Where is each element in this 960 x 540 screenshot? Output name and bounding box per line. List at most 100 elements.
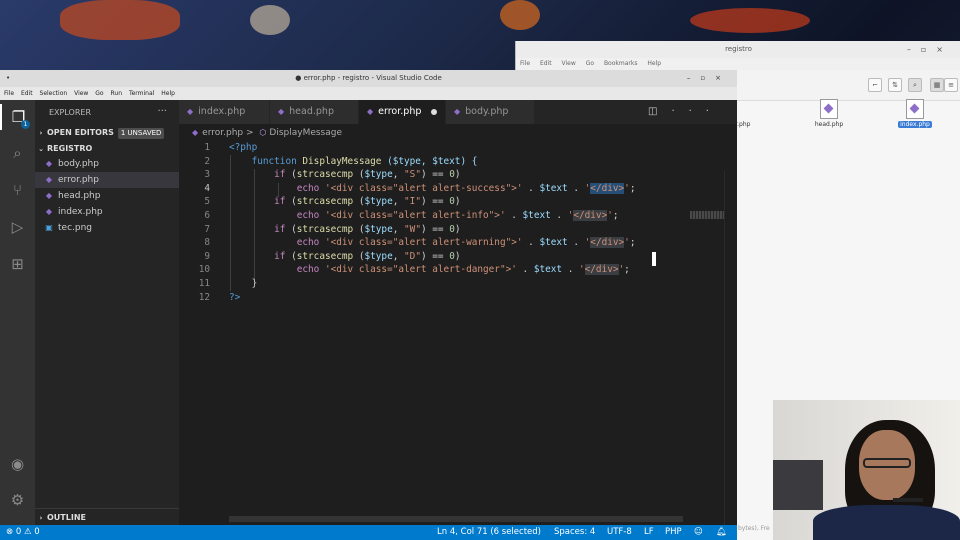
notifications-bell-icon[interactable]: 🔔︎: [716, 525, 727, 540]
code-text: if (strcasecmp ($type, "D") == 0): [274, 250, 461, 262]
selected-text: </div>: [590, 182, 625, 194]
grid-view-button[interactable]: ▦: [930, 78, 944, 92]
tab-label: error.php: [378, 106, 422, 117]
menu-file[interactable]: File: [4, 90, 14, 97]
webcam-overlay: [773, 400, 960, 540]
line-number: 7: [204, 223, 210, 235]
variable: $text: [533, 264, 563, 276]
menu-run[interactable]: Run: [111, 90, 123, 97]
extensions-icon[interactable]: ⊞: [0, 251, 35, 277]
menu-go[interactable]: Go: [586, 60, 594, 67]
more-actions-icon[interactable]: ···: [671, 106, 723, 117]
php-file-icon: ◆: [45, 207, 53, 216]
folder-section[interactable]: ⌄ REGISTRO: [35, 142, 179, 156]
variable: $text: [539, 237, 568, 249]
php-file-icon: ◆: [45, 175, 53, 184]
minimap[interactable]: [690, 211, 724, 219]
feedback-icon[interactable]: ☺: [694, 525, 703, 540]
keyword: echo: [296, 264, 320, 276]
language-mode[interactable]: PHP: [665, 525, 682, 540]
folder-label: REGISTRO: [47, 144, 93, 153]
highlighted-match: </div>: [590, 237, 625, 249]
menu-help[interactable]: Help: [647, 60, 661, 67]
keyword: if: [274, 223, 286, 235]
breadcrumb: ◆ error.php > ⬡ DisplayMessage: [179, 124, 737, 141]
string: '<div class="alert alert-success">': [324, 182, 523, 194]
tab-head-php[interactable]: ◆ head.php: [270, 100, 358, 124]
unsaved-dot-icon[interactable]: [431, 108, 438, 115]
menu-selection[interactable]: Selection: [40, 90, 68, 97]
path-edit-button[interactable]: ⌐: [868, 78, 882, 92]
menu-view[interactable]: View: [74, 90, 88, 97]
encoding-setting[interactable]: UTF-8: [607, 525, 632, 540]
search-button[interactable]: ⌕: [908, 78, 922, 92]
number: 0: [449, 169, 455, 181]
breadcrumb-file[interactable]: error.php: [202, 128, 243, 138]
search-icon[interactable]: ⌕: [0, 140, 35, 166]
function-symbol-icon: ⬡: [259, 128, 267, 137]
code-editor[interactable]: 1 <?php 2 function DisplayMessage ($type,…: [179, 141, 724, 525]
menu-go[interactable]: Go: [95, 90, 103, 97]
vscode-titlebar[interactable]: • ● error.php - registro - Visual Studio…: [0, 70, 737, 87]
sort-button[interactable]: ⇅: [888, 78, 902, 92]
menu-edit[interactable]: Edit: [540, 60, 552, 67]
function-call: strcasecmp: [296, 196, 354, 208]
menu-file[interactable]: File: [520, 60, 530, 67]
file-item-index-php[interactable]: ◆ index.php: [35, 204, 179, 220]
variable: $type: [364, 169, 393, 181]
file-manager-titlebar[interactable]: registro –▫×: [516, 41, 960, 58]
string: "I": [404, 196, 421, 208]
explorer-header: EXPLORER: [49, 108, 91, 117]
list-view-button[interactable]: ≡: [944, 78, 958, 92]
run-debug-icon[interactable]: ▷: [0, 214, 35, 240]
indentation-setting[interactable]: Spaces: 4: [554, 525, 595, 540]
unsaved-badge: 1 UNSAVED: [117, 128, 165, 139]
eol-setting[interactable]: LF: [644, 525, 654, 540]
wallpaper-art: [690, 8, 810, 33]
window-controls[interactable]: –▫×: [907, 41, 953, 58]
code-text: if (strcasecmp ($type, "I") == 0): [274, 196, 461, 208]
activity-bar: ❐ 1 ⌕ ⑂ ▷ ⊞ ◉ ⚙: [0, 100, 35, 525]
problems-indicator[interactable]: ⊗ 0 ⚠ 0: [6, 525, 40, 540]
source-control-icon[interactable]: ⑂: [0, 177, 35, 203]
explorer-icon[interactable]: ❐ 1: [0, 104, 35, 130]
file-manager-menubar: File Edit View Go Bookmarks Help: [516, 58, 960, 70]
menu-edit[interactable]: Edit: [21, 90, 33, 97]
highlighted-match: </div>: [573, 210, 608, 221]
tab-error-php[interactable]: ◆ error.php: [359, 100, 445, 124]
file-item-head-php[interactable]: ◆ head.php: [35, 188, 179, 204]
open-editors-section[interactable]: › OPEN EDITORS 1 UNSAVED: [35, 126, 179, 140]
account-icon[interactable]: ◉: [0, 451, 35, 477]
window-menu-icon[interactable]: •: [6, 70, 10, 87]
file-item-body-php[interactable]: ◆ body.php: [35, 156, 179, 172]
php-open-tag: <?php: [229, 142, 258, 153]
file-label: index.php: [58, 207, 103, 217]
editor-tabs: ◆ index.php ◆ head.php ◆ error.php ◆ body.ph…: [179, 100, 737, 124]
keyword: function: [251, 155, 297, 167]
file-icon-index-php[interactable]: index.php: [890, 99, 940, 128]
tab-index-php[interactable]: ◆ index.php: [179, 100, 269, 124]
menu-help[interactable]: Help: [161, 90, 175, 97]
code-text: echo '<div class="alert alert-danger">' …: [296, 264, 630, 276]
outline-section[interactable]: › OUTLINE: [35, 508, 179, 526]
horizontal-scrollbar[interactable]: [229, 516, 683, 522]
file-icon-head-php[interactable]: head.php: [804, 99, 854, 128]
outline-label: OUTLINE: [47, 513, 86, 522]
split-editor-icon[interactable]: ◫: [648, 106, 671, 117]
file-item-error-php[interactable]: ◆ error.php: [35, 172, 179, 188]
file-name-selected: index.php: [898, 121, 932, 128]
breadcrumb-symbol[interactable]: DisplayMessage: [269, 128, 342, 138]
file-item-tec-png[interactable]: ▣ tec.png: [35, 220, 179, 236]
more-actions-icon[interactable]: ···: [157, 106, 167, 117]
vertical-scrollbar[interactable]: [724, 171, 737, 525]
cursor-position[interactable]: Ln 4, Col 71 (6 selected): [437, 525, 541, 540]
wallpaper-art: [500, 0, 540, 30]
menu-bookmarks[interactable]: Bookmarks: [604, 60, 638, 67]
tab-body-php[interactable]: ◆ body.php: [446, 100, 534, 124]
window-controls[interactable]: –▫×: [687, 70, 731, 87]
line-number: 6: [204, 210, 210, 221]
menu-view[interactable]: View: [562, 60, 576, 67]
settings-gear-icon[interactable]: ⚙: [0, 487, 35, 513]
menu-terminal[interactable]: Terminal: [129, 90, 154, 97]
error-count: 0: [15, 527, 22, 537]
